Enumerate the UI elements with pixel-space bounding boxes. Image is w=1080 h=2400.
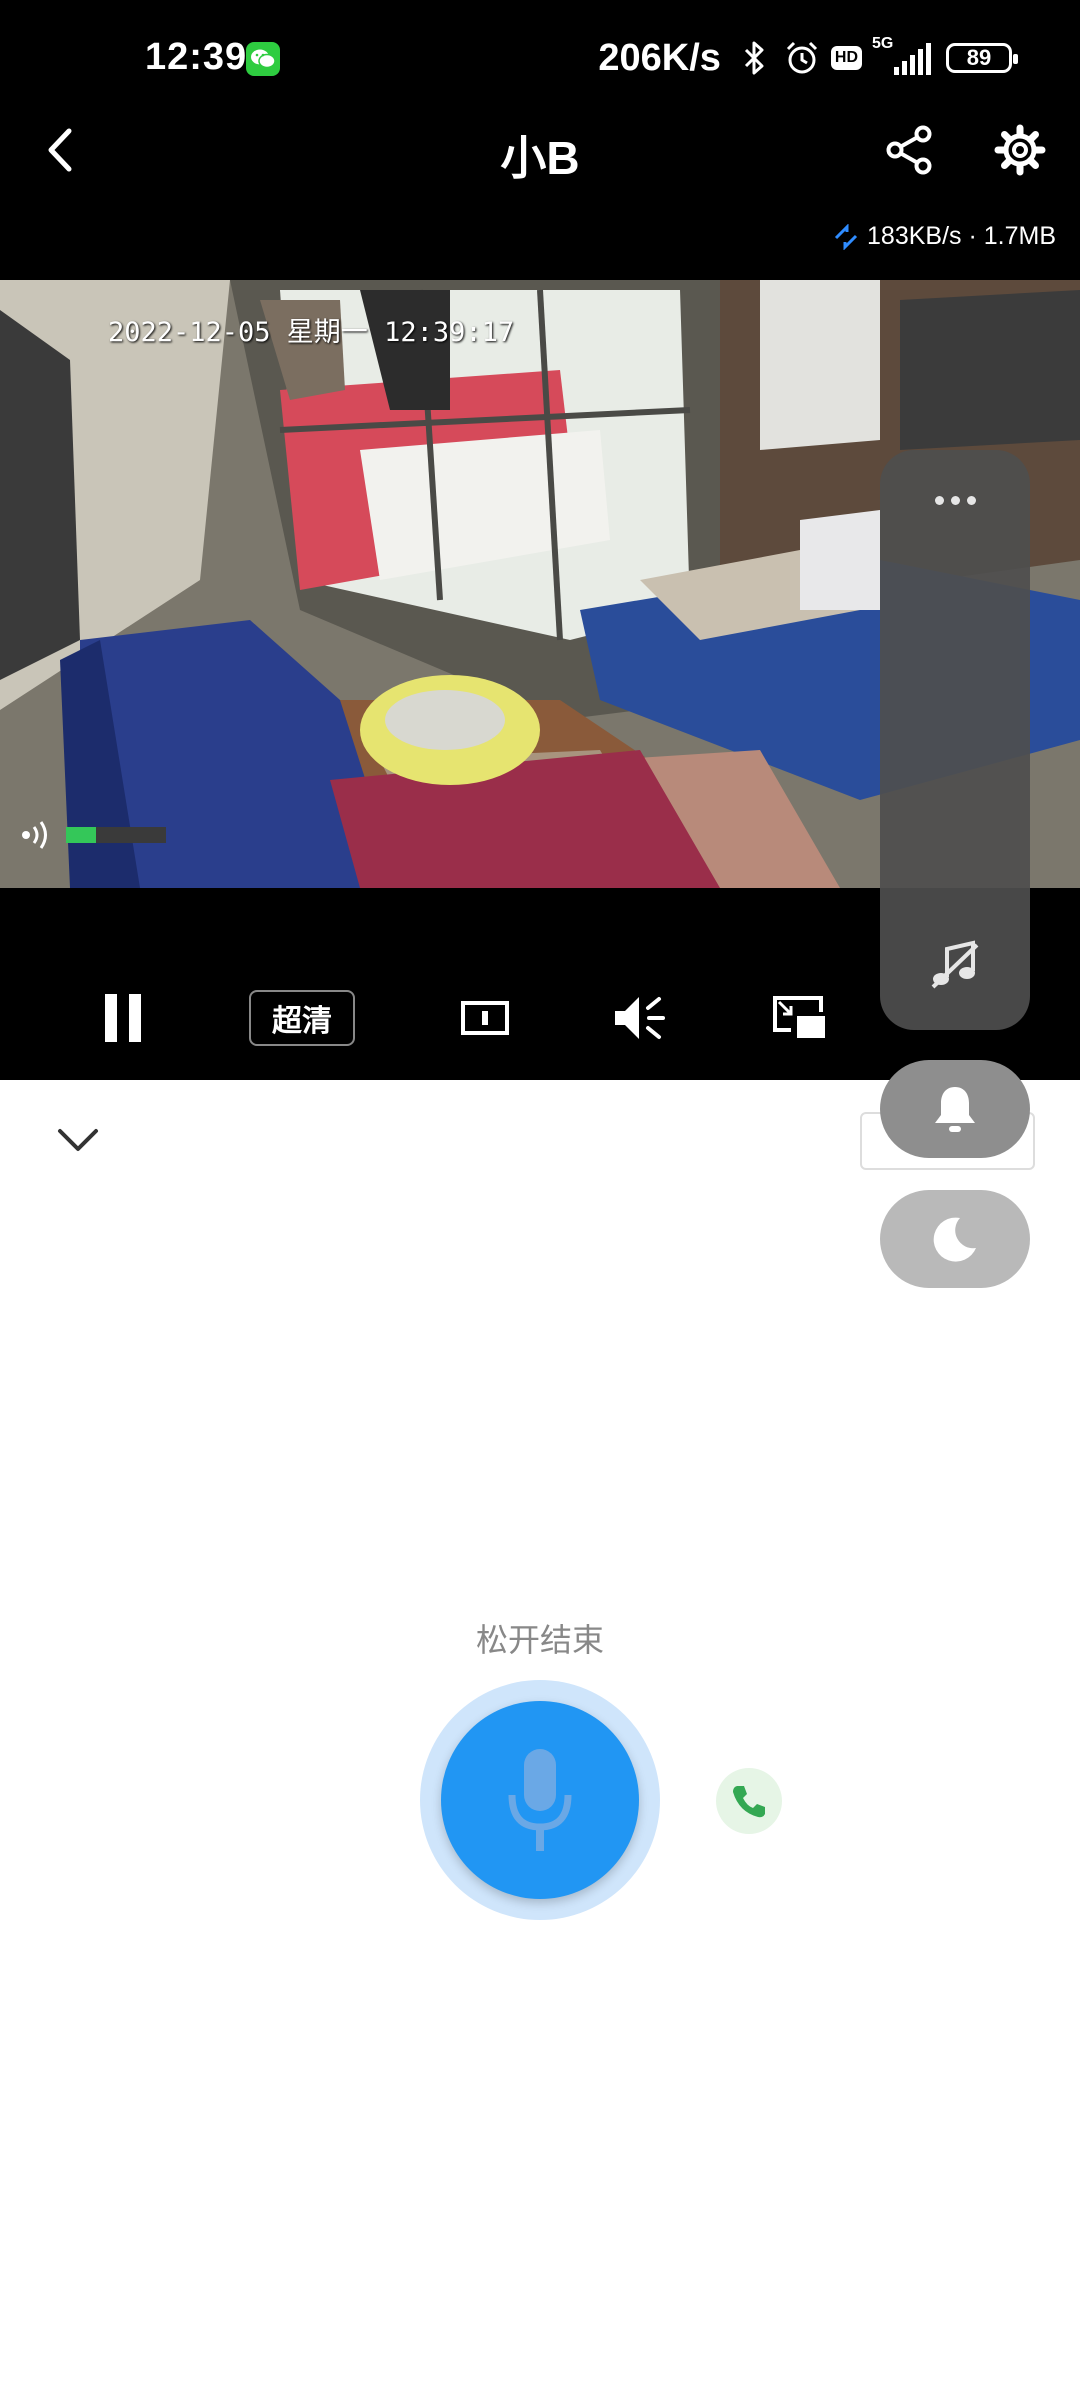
pause-icon bbox=[105, 994, 141, 1042]
more-button[interactable] bbox=[880, 470, 1030, 530]
speaker-button[interactable] bbox=[605, 985, 675, 1051]
net-speed: 206K/s bbox=[598, 36, 721, 79]
call-button[interactable] bbox=[716, 1768, 782, 1834]
quality-button[interactable]: 超清 bbox=[249, 990, 355, 1046]
audio-wave-icon bbox=[22, 821, 47, 849]
status-time: 12:39 bbox=[145, 36, 248, 78]
battery-level: 89 bbox=[966, 45, 992, 70]
microphone-icon bbox=[508, 1749, 572, 1851]
music-off-button[interactable] bbox=[925, 935, 985, 995]
transfer-icon bbox=[834, 223, 858, 250]
speaker-icon bbox=[615, 997, 665, 1039]
bell-button[interactable] bbox=[880, 1060, 1030, 1158]
signal-icon: 5G bbox=[872, 35, 936, 77]
header: 小B bbox=[0, 100, 1080, 200]
stream-rate-text: 183KB/s · 1.7MB bbox=[867, 222, 1056, 250]
music-off-icon bbox=[931, 940, 979, 989]
release-to-end-label: 松开结束 bbox=[475, 1622, 604, 1658]
settings-button[interactable] bbox=[990, 120, 1050, 180]
bell-icon bbox=[935, 1087, 975, 1132]
side-panel bbox=[880, 450, 1030, 1030]
audio-level-fill bbox=[66, 827, 96, 843]
share-button[interactable] bbox=[880, 120, 940, 180]
alarm-icon bbox=[783, 39, 821, 77]
share-icon bbox=[886, 125, 932, 175]
aspect-ratio-icon bbox=[461, 1001, 509, 1035]
network-label: 5G bbox=[872, 35, 894, 52]
stream-rate: 183KB/s · 1.7MB bbox=[833, 222, 1056, 251]
gear-icon bbox=[994, 124, 1046, 176]
hd-icon: HD bbox=[830, 46, 862, 70]
bluetooth-icon bbox=[735, 39, 773, 77]
moon-button[interactable] bbox=[880, 1190, 1030, 1288]
wechat-icon bbox=[246, 42, 280, 76]
more-icon bbox=[934, 495, 944, 505]
collapse-button[interactable] bbox=[48, 1110, 108, 1170]
picture-in-picture-button[interactable] bbox=[765, 985, 835, 1051]
battery-icon: 89 bbox=[946, 43, 1018, 73]
talk-button[interactable] bbox=[441, 1701, 639, 1899]
picture-in-picture-icon bbox=[773, 996, 825, 1038]
audio-level-meter bbox=[20, 820, 166, 850]
audio-level-bar bbox=[66, 827, 166, 843]
osd-timestamp: 2022-12-05 星期一 12:39:17 bbox=[108, 317, 515, 348]
chevron-down-icon bbox=[58, 1129, 98, 1151]
phone-icon bbox=[733, 1786, 765, 1818]
aspect-ratio-button[interactable] bbox=[450, 985, 520, 1051]
moon-icon bbox=[933, 1217, 976, 1262]
pause-button[interactable] bbox=[88, 985, 158, 1051]
